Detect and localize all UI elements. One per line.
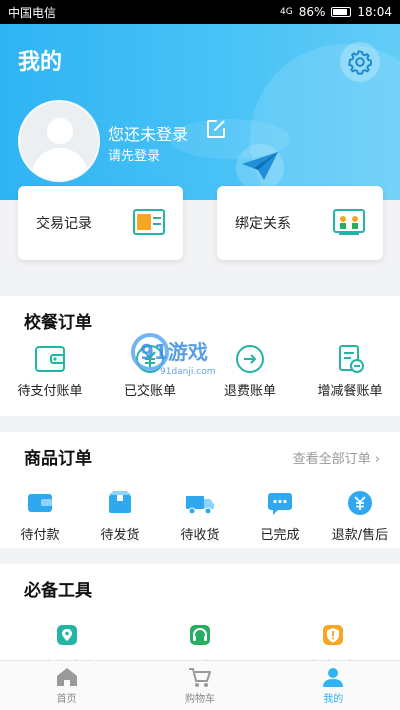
gear-icon bbox=[348, 50, 373, 75]
view-all-label: 查看全部订单 bbox=[292, 452, 371, 467]
avatar[interactable] bbox=[18, 100, 100, 182]
item-label: 待支付账单 bbox=[17, 384, 83, 399]
clock-time: 18:04 bbox=[357, 5, 392, 19]
item-label: 已完成 bbox=[260, 528, 300, 543]
item-label: 已交账单 bbox=[123, 384, 176, 399]
settings-button[interactable] bbox=[340, 42, 380, 82]
profile-header: 我的 您还未登录 请先登录 bbox=[0, 24, 400, 200]
refund-icon bbox=[348, 491, 372, 515]
tab-label: 我的 bbox=[323, 694, 344, 705]
wallet-card-icon bbox=[133, 209, 165, 235]
bottom-tab-bar: 首页 购物车 我的 bbox=[0, 660, 400, 710]
edit-icon[interactable] bbox=[204, 117, 228, 141]
section-title: 必备工具 bbox=[24, 581, 92, 601]
meal-adjustment-bills-item[interactable]: 增减餐账单 bbox=[300, 344, 400, 399]
pending-payment-icon bbox=[35, 346, 65, 372]
headset-icon bbox=[189, 625, 210, 645]
watermark-text: 91游戏 bbox=[140, 340, 208, 364]
carrier-name: 中国电信 bbox=[8, 5, 57, 20]
tab-label: 购物车 bbox=[184, 694, 215, 705]
essential-tools-section: 必备工具 收货地址 联系客服 bbox=[0, 564, 400, 675]
meal-adjust-bill-icon bbox=[339, 345, 364, 373]
item-label: 增减餐账单 bbox=[317, 384, 383, 399]
watermark-logo: 91游戏 91danji.com bbox=[131, 333, 215, 376]
avatar-head bbox=[47, 118, 73, 144]
awaiting-receipt-item[interactable]: 待收货 bbox=[160, 488, 240, 543]
home-icon bbox=[56, 668, 77, 686]
section-title: 商品订单 bbox=[24, 449, 92, 469]
avatar-body bbox=[32, 148, 88, 180]
pending-payment-bills-item[interactable]: 待支付账单 bbox=[0, 344, 100, 399]
awaiting-payment-item[interactable]: 待付款 bbox=[0, 488, 80, 543]
tab-home[interactable]: 首页 bbox=[0, 661, 133, 710]
login-status-text[interactable]: 您还未登录 bbox=[108, 121, 188, 145]
binding-relationship-card[interactable]: 绑定关系 bbox=[217, 186, 383, 260]
item-label: 待付款 bbox=[20, 528, 60, 543]
network-indicator: 4G bbox=[280, 7, 293, 17]
section-title: 校餐订单 bbox=[24, 313, 92, 333]
page-title: 我的 bbox=[18, 50, 63, 75]
chevron-right-icon: › bbox=[374, 452, 380, 467]
transaction-records-label: 交易记录 bbox=[36, 216, 92, 232]
family-board-icon bbox=[333, 209, 365, 235]
view-all-orders-link[interactable]: 查看全部订单 › bbox=[293, 448, 380, 467]
location-pin-icon bbox=[56, 625, 77, 645]
battery-icon bbox=[331, 7, 352, 17]
user-icon bbox=[323, 668, 344, 687]
shield-alert-icon bbox=[323, 625, 344, 645]
truck-icon bbox=[186, 496, 214, 515]
transaction-records-card[interactable]: 交易记录 bbox=[18, 186, 183, 260]
refund-after-sales-item[interactable]: 退款/售后 bbox=[320, 488, 400, 543]
tab-cart[interactable]: 购物车 bbox=[133, 661, 266, 710]
paper-plane-icon bbox=[236, 144, 284, 192]
login-hint-link[interactable]: 请先登录 bbox=[108, 145, 160, 164]
wallet-icon bbox=[28, 494, 52, 512]
tab-me[interactable]: 我的 bbox=[267, 661, 400, 710]
goods-orders-section: 商品订单 查看全部订单 › 待付款 待发货 待收货 已完成 退款/售后 bbox=[0, 432, 400, 548]
item-label: 退款/售后 bbox=[331, 528, 389, 543]
battery-level: 86% bbox=[298, 5, 326, 19]
goods-order-items: 待付款 待发货 待收货 已完成 退款/售后 bbox=[0, 488, 400, 543]
item-label: 待收货 bbox=[180, 528, 220, 543]
completed-item[interactable]: 已完成 bbox=[240, 488, 320, 543]
item-label: 待发货 bbox=[100, 528, 140, 543]
awaiting-shipment-item[interactable]: 待发货 bbox=[80, 488, 160, 543]
tab-label: 首页 bbox=[56, 694, 77, 705]
item-label: 退费账单 bbox=[223, 384, 276, 399]
package-icon bbox=[109, 491, 131, 513]
watermark-subtext: 91danji.com bbox=[160, 367, 215, 376]
binding-relationship-label: 绑定关系 bbox=[235, 216, 291, 232]
cart-icon bbox=[188, 668, 211, 687]
chat-bubble-icon bbox=[268, 493, 292, 515]
status-bar: 中国电信 4G 86% 18:04 bbox=[0, 0, 400, 24]
